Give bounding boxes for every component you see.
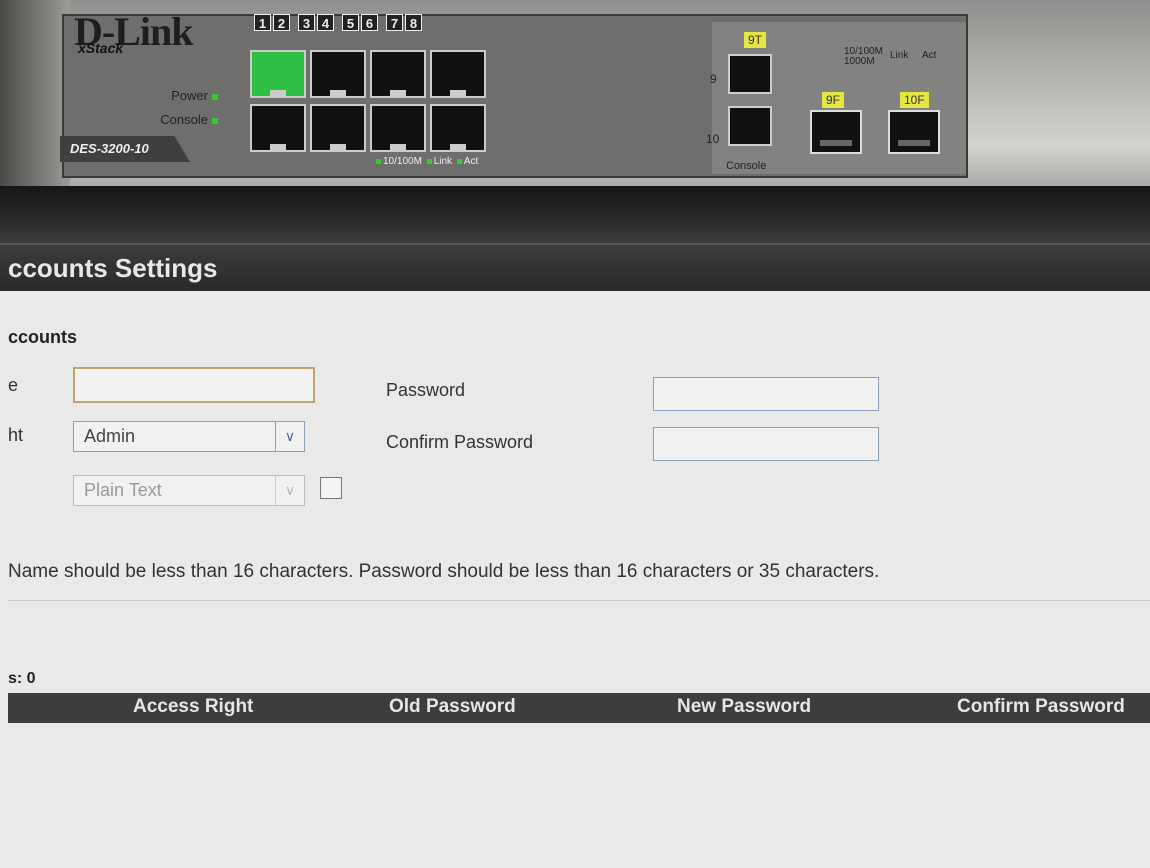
access-right-select[interactable]: Admin ∨ [73,421,305,452]
section-divider [8,600,1150,601]
password-label: Password [386,380,466,400]
power-led-label: Power [128,88,218,103]
port-number: 8 [405,14,422,31]
total-entries: s: 0 [8,670,36,687]
chevron-down-icon[interactable]: ∨ [275,476,304,505]
port-number-row: 1 2 3 4 5 6 7 8 [254,14,422,31]
confirm-password-label: Confirm Password [386,432,534,452]
encryption-value: Plain Text [84,480,162,500]
port-grid [250,50,486,152]
port-1[interactable] [250,50,306,98]
confirm-password-input[interactable] [653,427,879,461]
port-number: 1 [254,14,271,31]
encryption-select[interactable]: Plain Text ∨ [73,475,305,506]
username-input[interactable] [73,367,315,403]
port-number: 2 [273,14,290,31]
combo-speed-bottom: 1000M [844,56,875,67]
port-number: 5 [342,14,359,31]
col-old-password: Old Password [389,696,516,717]
port-10-number: 10 [706,132,720,146]
model-label: DES-3200-10 [60,136,190,162]
page-title-bar: ccounts Settings [0,243,1150,291]
device-panel-area: D-Link xStack Power Console DES-3200-10 … [0,0,1150,243]
port-9t[interactable] [728,54,772,94]
port-8[interactable] [430,104,486,152]
switch-faceplate: D-Link xStack Power Console DES-3200-10 … [60,9,968,178]
brand-series: xStack [78,40,124,56]
label-10f: 10F [900,92,929,108]
encrypt-checkbox[interactable] [320,477,342,499]
sfp-port-9f[interactable] [810,110,862,154]
combo-act-label: Act [922,50,937,61]
col-confirm-password: Confirm Password [957,696,1125,717]
port-4[interactable] [310,104,366,152]
port-number: 7 [386,14,403,31]
port-2[interactable] [250,104,306,152]
accounts-table-header: Access Right Old Password New Password C… [8,693,1150,723]
chevron-down-icon[interactable]: ∨ [275,422,304,451]
port-7[interactable] [430,50,486,98]
sfp-port-10f[interactable] [888,110,940,154]
console-led [212,117,218,124]
page-title: ccounts Settings [8,253,218,283]
label-9t: 9T [744,32,767,48]
port-number: 4 [317,14,334,31]
port-legend: 10/100M Link Act [374,156,478,167]
port-10t[interactable] [728,106,772,146]
port-5[interactable] [370,50,426,98]
port-3[interactable] [310,50,366,98]
username-label: e [8,375,19,395]
port-number: 6 [361,14,378,31]
console-led-label: Console [128,112,218,127]
length-note: Name should be less than 16 characters. … [8,561,880,582]
label-9f: 9F [822,92,845,108]
accounts-form: ccounts e Password ht Admin ∨ Confirm Pa… [0,291,1150,868]
combo-link-label: Link [890,50,909,61]
console-port-label: Console [726,160,767,172]
access-right-label: ht [8,425,24,445]
port-9-number: 9 [710,72,717,86]
password-input[interactable] [653,377,879,411]
col-new-password: New Password [677,696,812,717]
port-number: 3 [298,14,315,31]
power-led [212,93,218,100]
port-6[interactable] [370,104,426,152]
col-access-right: Access Right [133,696,254,717]
access-right-value: Admin [84,426,136,446]
section-heading: ccounts [8,327,78,347]
